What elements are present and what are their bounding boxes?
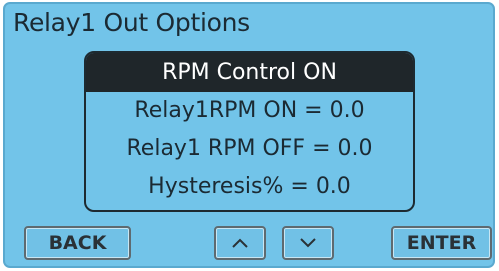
enter-button[interactable]: ENTER [391,226,492,260]
relay-rpm-on-setting[interactable]: Relay1RPM ON = 0.0 [86,92,413,130]
page-title: Relay1 Out Options [13,8,250,37]
relay-rpm-off-setting[interactable]: Relay1 RPM OFF = 0.0 [86,130,413,168]
back-button[interactable]: BACK [24,226,131,260]
options-panel: RPM Control ON Relay1RPM ON = 0.0 Relay1… [84,51,415,212]
chevron-up-icon [232,238,248,248]
up-button[interactable] [214,226,266,260]
down-button[interactable] [282,226,334,260]
hysteresis-setting[interactable]: Hysteresis% = 0.0 [86,168,413,206]
display-screen: Relay1 Out Options RPM Control ON Relay1… [3,2,495,268]
chevron-down-icon [300,238,316,248]
rpm-control-toggle[interactable]: RPM Control ON [86,53,413,92]
